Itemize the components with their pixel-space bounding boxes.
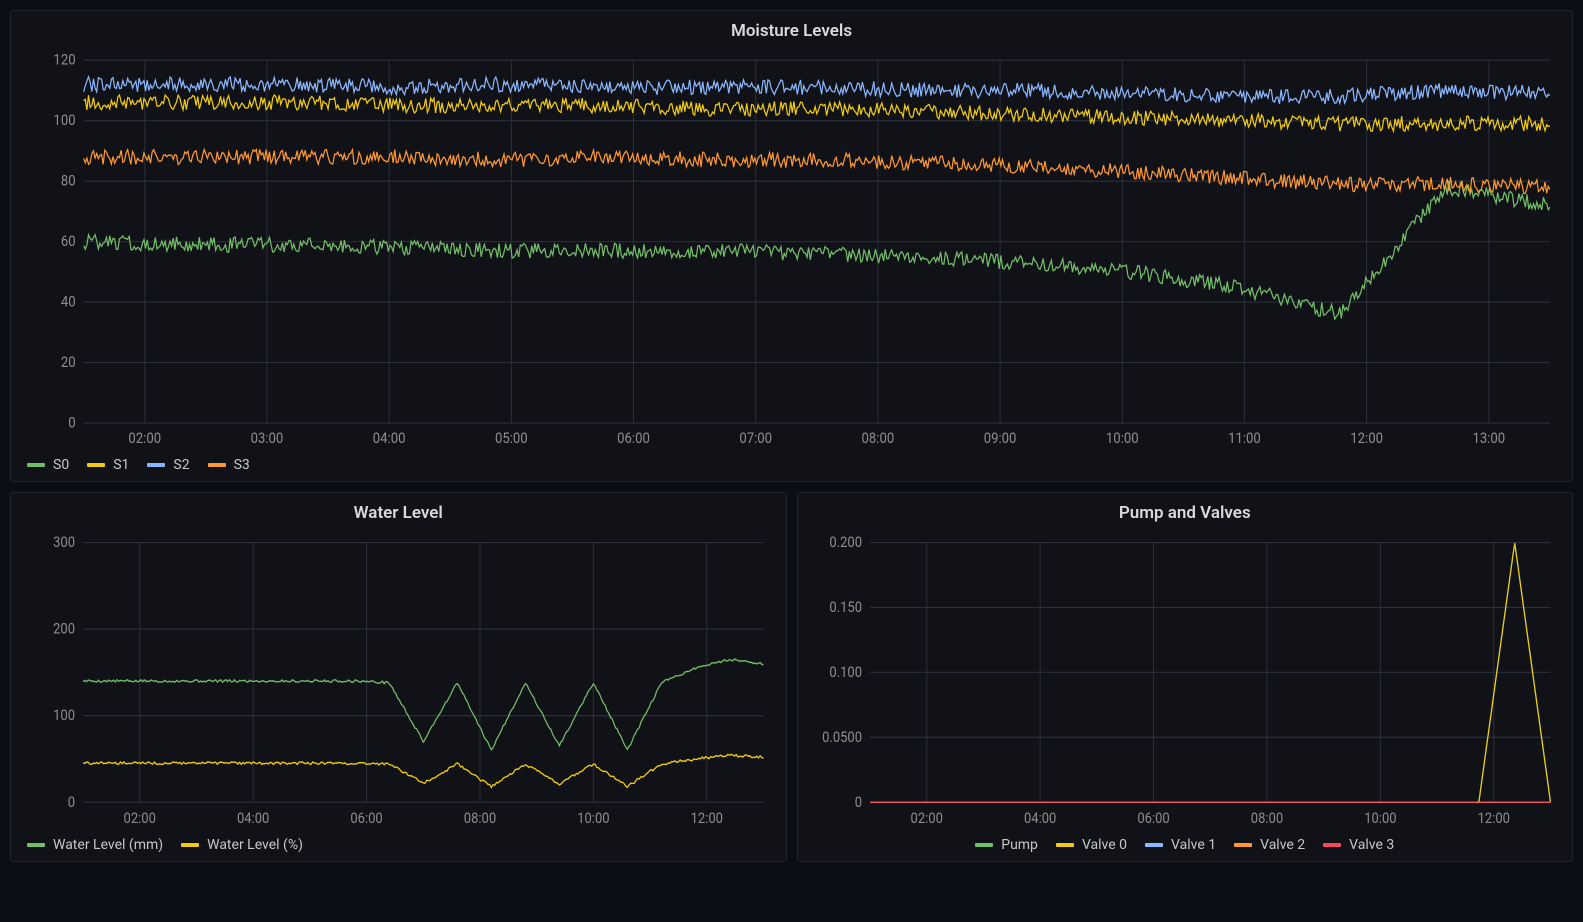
svg-text:02:00: 02:00	[910, 810, 942, 827]
series-water-level-	[83, 754, 763, 787]
legend-item-valve-1[interactable]: Valve 1	[1145, 837, 1216, 853]
legend-label: Water Level (%)	[207, 837, 303, 853]
legend-pump: Pump Valve 0 Valve 1 Valve 2 Valve 3	[810, 831, 1561, 853]
legend-item-valve-2[interactable]: Valve 2	[1234, 837, 1305, 853]
svg-text:10:00: 10:00	[577, 810, 609, 827]
svg-text:0: 0	[68, 415, 75, 432]
svg-text:12:00: 12:00	[691, 810, 723, 827]
panel-water: Water Level 0 100 200 300 02:00 04:00 06:00 08:…	[10, 492, 787, 862]
legend-swatch	[208, 463, 226, 467]
svg-text:07:00: 07:00	[739, 431, 772, 448]
svg-text:40: 40	[61, 294, 76, 311]
svg-text:06:00: 06:00	[1137, 810, 1169, 827]
svg-text:06:00: 06:00	[350, 810, 382, 827]
svg-text:0: 0	[854, 794, 861, 811]
svg-text:02:00: 02:00	[124, 810, 156, 827]
legend-item-valve-0[interactable]: Valve 0	[1056, 837, 1127, 853]
series-s0	[84, 181, 1550, 319]
legend-water: Water Level (mm) Water Level (%)	[23, 831, 774, 853]
legend-label: S0	[53, 457, 69, 473]
chart-pump[interactable]: 0 0.0500 0.100 0.150 0.200 02:00 04:00 06:00 08:…	[810, 531, 1561, 831]
svg-text:02:00: 02:00	[128, 431, 161, 448]
series-s3	[84, 150, 1550, 194]
chart-water[interactable]: 0 100 200 300 02:00 04:00 06:00 08:00 10:00 12:00	[23, 531, 774, 831]
svg-text:10:00: 10:00	[1106, 431, 1139, 448]
legend-swatch	[181, 843, 199, 847]
svg-text:12:00: 12:00	[1477, 810, 1509, 827]
legend-label: Valve 3	[1349, 837, 1394, 853]
svg-text:05:00: 05:00	[495, 431, 528, 448]
legend-swatch	[147, 463, 165, 467]
svg-text:0.200: 0.200	[829, 534, 862, 551]
svg-text:11:00: 11:00	[1228, 431, 1261, 448]
legend-item-s2[interactable]: S2	[147, 457, 189, 473]
panel-pump: Pump and Valves 0 0.0500 0.100 0.150 0.200 02…	[797, 492, 1574, 862]
panel-moisture: Moisture Levels 0 20 40 60 80 100 120 02:00 03:0…	[10, 10, 1573, 482]
svg-text:100: 100	[53, 113, 75, 130]
legend-item-s1[interactable]: S1	[87, 457, 129, 473]
svg-text:100: 100	[53, 707, 75, 724]
panel-title-pump: Pump and Valves	[810, 503, 1561, 523]
legend-swatch	[975, 843, 993, 847]
svg-text:0: 0	[68, 794, 75, 811]
svg-text:04:00: 04:00	[237, 810, 269, 827]
svg-text:0.150: 0.150	[829, 599, 862, 616]
legend-label: S1	[113, 457, 129, 473]
svg-text:120: 120	[53, 52, 75, 69]
svg-text:0.0500: 0.0500	[822, 729, 862, 746]
legend-swatch	[87, 463, 105, 467]
legend-swatch	[1056, 843, 1074, 847]
svg-text:08:00: 08:00	[464, 810, 496, 827]
legend-label: Valve 1	[1171, 837, 1216, 853]
legend-item-s0[interactable]: S0	[27, 457, 69, 473]
legend-label: Pump	[1001, 837, 1038, 853]
legend-label: Valve 2	[1260, 837, 1305, 853]
legend-item-water-level-mm-[interactable]: Water Level (mm)	[27, 837, 163, 853]
dashboard: Moisture Levels 0 20 40 60 80 100 120 02:00 03:0…	[0, 0, 1583, 872]
svg-text:03:00: 03:00	[251, 431, 284, 448]
series-water-level-mm-	[83, 659, 763, 750]
svg-text:10:00: 10:00	[1364, 810, 1396, 827]
svg-text:06:00: 06:00	[617, 431, 650, 448]
legend-label: Valve 0	[1082, 837, 1127, 853]
legend-swatch	[27, 463, 45, 467]
legend-label: Water Level (mm)	[53, 837, 163, 853]
svg-text:20: 20	[61, 354, 76, 371]
svg-text:08:00: 08:00	[862, 431, 895, 448]
panel-title-water: Water Level	[23, 503, 774, 523]
legend-label: S2	[173, 457, 189, 473]
legend-item-water-level-[interactable]: Water Level (%)	[181, 837, 303, 853]
svg-text:04:00: 04:00	[1023, 810, 1055, 827]
series-s1	[84, 95, 1550, 131]
svg-text:12:00: 12:00	[1350, 431, 1383, 448]
panel-title-moisture: Moisture Levels	[23, 21, 1560, 41]
legend-item-pump[interactable]: Pump	[975, 837, 1038, 853]
legend-item-valve-3[interactable]: Valve 3	[1323, 837, 1394, 853]
svg-text:04:00: 04:00	[373, 431, 406, 448]
svg-text:08:00: 08:00	[1250, 810, 1282, 827]
svg-text:13:00: 13:00	[1472, 431, 1505, 448]
legend-swatch	[1323, 843, 1341, 847]
svg-text:80: 80	[61, 173, 76, 190]
svg-text:200: 200	[53, 621, 75, 638]
legend-label: S3	[234, 457, 250, 473]
legend-item-s3[interactable]: S3	[208, 457, 250, 473]
svg-text:09:00: 09:00	[984, 431, 1017, 448]
svg-text:60: 60	[61, 234, 76, 251]
svg-text:300: 300	[53, 534, 75, 551]
legend-swatch	[27, 843, 45, 847]
chart-moisture[interactable]: 0 20 40 60 80 100 120 02:00 03:00 04:00 05:00 06:00…	[23, 49, 1560, 451]
legend-swatch	[1234, 843, 1252, 847]
legend-moisture: S0 S1 S2 S3	[23, 451, 1560, 473]
svg-text:0.100: 0.100	[829, 664, 862, 681]
legend-swatch	[1145, 843, 1163, 847]
